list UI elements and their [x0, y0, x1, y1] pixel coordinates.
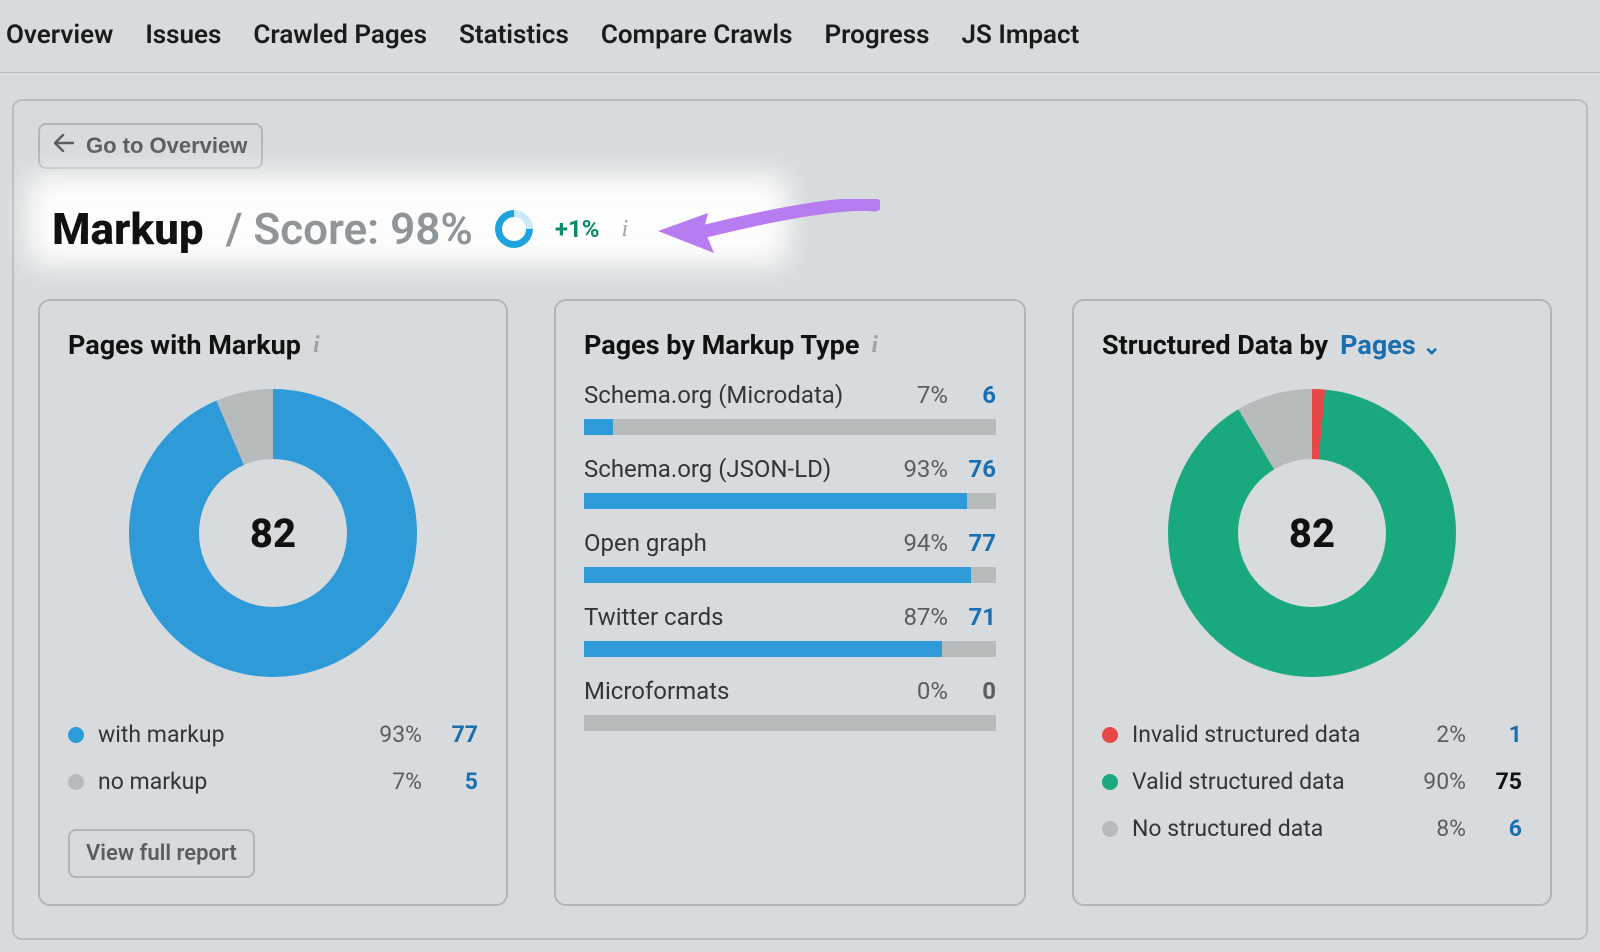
legend-count: 6 — [1466, 815, 1522, 842]
legend-structured-data: Invalid structured data2%1Valid structur… — [1102, 711, 1522, 852]
legend-pct: 8% — [1398, 815, 1466, 842]
legend-pct: 90% — [1398, 768, 1466, 795]
legend-count: 75 — [1466, 768, 1522, 795]
bar-count: 71 — [962, 603, 996, 631]
page-title: Markup — [52, 203, 204, 255]
bar-pct: 0% — [917, 677, 948, 705]
card-title: Pages with Markup — [68, 329, 301, 361]
info-icon[interactable]: i — [313, 332, 320, 359]
bar-item[interactable]: Schema.org (JSON-LD)93% 76 — [584, 455, 996, 509]
card-pages-with-markup: Pages with Markup i 82 with markup93%77n… — [38, 299, 508, 906]
bar-pct: 7% — [917, 381, 948, 409]
donut-center-value: 82 — [1289, 510, 1335, 557]
card-title: Structured Data by — [1102, 329, 1328, 361]
legend-count: 77 — [422, 721, 478, 748]
bar-track — [584, 419, 996, 435]
tab-compare-crawls[interactable]: Compare Crawls — [601, 20, 793, 50]
bar-track — [584, 715, 996, 731]
legend-count: 5 — [422, 768, 478, 795]
bar-count: 6 — [962, 381, 996, 409]
bar-item[interactable]: Microformats0% 0 — [584, 677, 996, 731]
bar-label: Schema.org (Microdata) — [584, 381, 917, 409]
annotation-arrow-icon — [650, 199, 880, 259]
cards-row: Pages with Markup i 82 with markup93%77n… — [38, 299, 1562, 906]
bar-track — [584, 641, 996, 657]
bar-label: Microformats — [584, 677, 917, 705]
bar-pct: 93% — [903, 455, 948, 483]
bar-list: Schema.org (Microdata)7% 6 Schema.org (JSO… — [584, 381, 996, 731]
page-title-row: Markup / Score: 98% +1% i — [38, 189, 1562, 269]
info-icon[interactable]: i — [621, 216, 628, 243]
bar-fill — [584, 493, 967, 509]
bar-count: 0 — [962, 677, 996, 705]
tab-statistics[interactable]: Statistics — [459, 20, 569, 50]
legend-pct: 7% — [354, 768, 422, 795]
bar-fill — [584, 419, 613, 435]
legend-dot-icon — [1102, 821, 1118, 837]
legend-row[interactable]: Invalid structured data2%1 — [1102, 711, 1522, 758]
bar-track — [584, 493, 996, 509]
card-title: Pages by Markup Type — [584, 329, 859, 361]
legend-dot-icon — [1102, 774, 1118, 790]
legend-row[interactable]: Valid structured data90%75 — [1102, 758, 1522, 805]
bar-label: Schema.org (JSON-LD) — [584, 455, 903, 483]
bar-fill — [584, 641, 942, 657]
legend-pct: 2% — [1398, 721, 1466, 748]
structured-data-select[interactable]: Pages ⌄ — [1340, 329, 1441, 361]
legend-row[interactable]: No structured data8%6 — [1102, 805, 1522, 852]
go-to-overview-label: Go to Overview — [86, 133, 247, 159]
bar-count: 76 — [962, 455, 996, 483]
tab-overview[interactable]: Overview — [6, 20, 113, 50]
tab-issues[interactable]: Issues — [145, 20, 221, 50]
tab-js-impact[interactable]: JS Impact — [962, 20, 1080, 50]
page-score: / Score: 98% — [226, 203, 473, 255]
bar-label: Twitter cards — [584, 603, 903, 631]
bar-pct: 87% — [903, 603, 948, 631]
card-pages-by-type: Pages by Markup Type i Schema.org (Micro… — [554, 299, 1026, 906]
legend-dot-icon — [68, 727, 84, 743]
donut-center-value: 82 — [250, 510, 296, 557]
bar-pct: 94% — [903, 529, 948, 557]
donut-pages-with-markup: 82 — [129, 389, 417, 677]
card-structured-data: Structured Data by Pages ⌄ 82 Invalid st… — [1072, 299, 1552, 906]
legend-pct: 93% — [354, 721, 422, 748]
legend-dot-icon — [68, 774, 84, 790]
legend-label: No structured data — [1132, 815, 1398, 842]
chevron-down-icon: ⌄ — [1422, 335, 1440, 360]
bar-item[interactable]: Schema.org (Microdata)7% 6 — [584, 381, 996, 435]
bar-item[interactable]: Open graph94% 77 — [584, 529, 996, 583]
legend-label: Invalid structured data — [1132, 721, 1398, 748]
donut-structured-data: 82 — [1168, 389, 1456, 677]
legend-row[interactable]: with markup93%77 — [68, 711, 478, 758]
top-tabs: Overview Issues Crawled Pages Statistics… — [0, 0, 1600, 73]
score-delta: +1% — [555, 215, 600, 243]
info-icon[interactable]: i — [871, 332, 878, 359]
page-card: Go to Overview Markup / Score: 98% +1% i… — [12, 99, 1588, 940]
bar-track — [584, 567, 996, 583]
legend-dot-icon — [1102, 727, 1118, 743]
bar-count: 77 — [962, 529, 996, 557]
view-full-report-button[interactable]: View full report — [68, 829, 255, 878]
legend-count: 1 — [1466, 721, 1522, 748]
arrow-left-icon — [54, 132, 74, 158]
bar-item[interactable]: Twitter cards87% 71 — [584, 603, 996, 657]
bar-label: Open graph — [584, 529, 903, 557]
legend-pages-with-markup: with markup93%77no markup7%5 — [68, 711, 478, 805]
tab-crawled-pages[interactable]: Crawled Pages — [253, 20, 427, 50]
legend-label: no markup — [98, 768, 354, 795]
go-to-overview-button[interactable]: Go to Overview — [38, 123, 263, 169]
legend-label: with markup — [98, 721, 354, 748]
legend-label: Valid structured data — [1132, 768, 1398, 795]
tab-progress[interactable]: Progress — [825, 20, 930, 50]
legend-row[interactable]: no markup7%5 — [68, 758, 478, 805]
bar-fill — [584, 567, 971, 583]
